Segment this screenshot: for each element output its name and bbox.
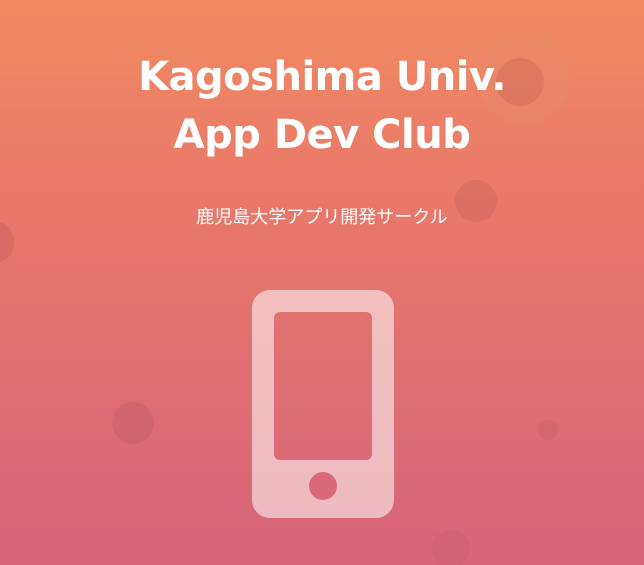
decorative-bubble [538, 420, 558, 440]
decorative-bubble [432, 530, 470, 565]
hero-title-line2: App Dev Club [173, 112, 471, 158]
hero-section: Kagoshima Univ. App Dev Club 鹿児島大学アプリ開発サ… [0, 0, 644, 565]
hero-title-line1: Kagoshima Univ. [138, 54, 506, 100]
decorative-bubble [112, 402, 154, 444]
smartphone-icon [252, 290, 394, 518]
hero-subtitle: 鹿児島大学アプリ開発サークル [196, 207, 448, 228]
hero-title: Kagoshima Univ. App Dev Club [0, 48, 644, 164]
